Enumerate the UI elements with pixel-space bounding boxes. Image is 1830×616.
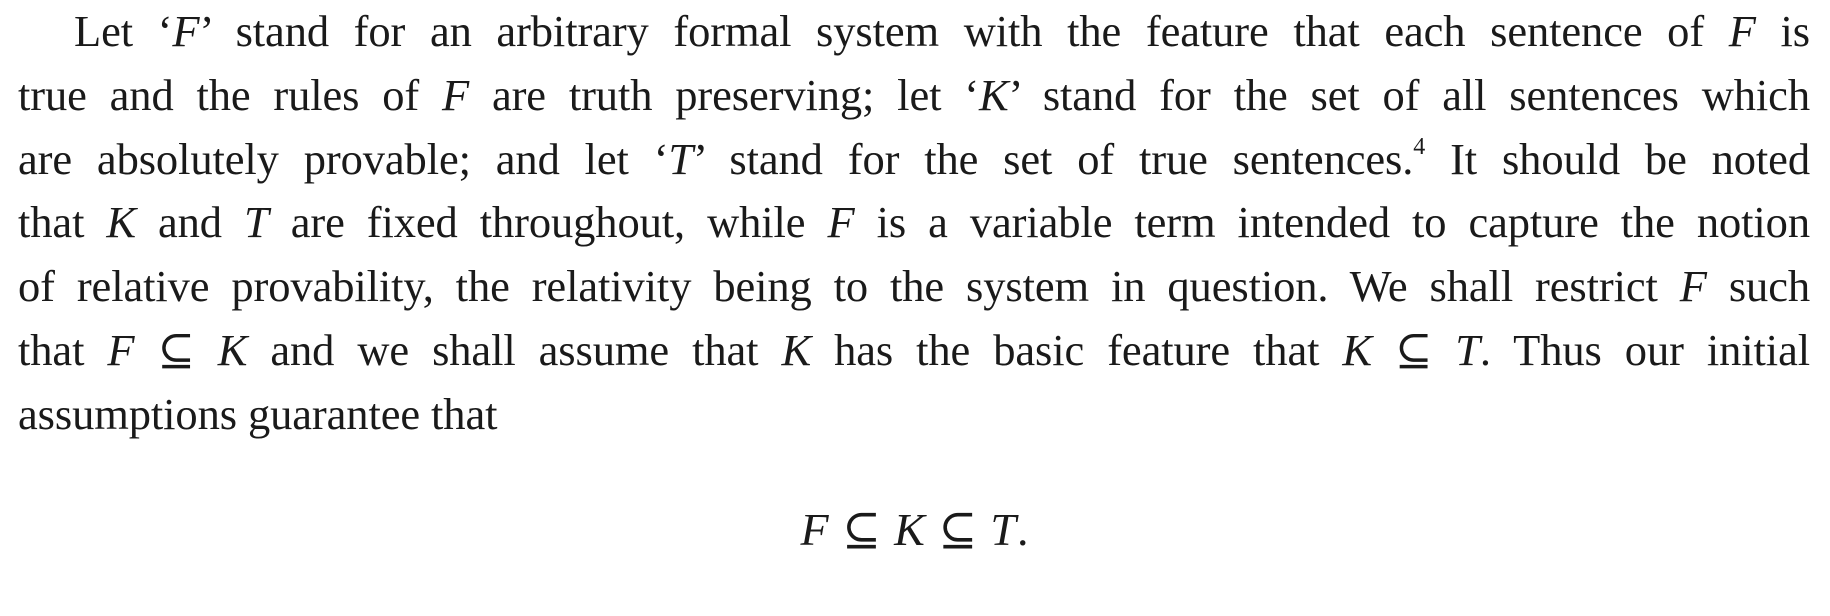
paragraph-line: Let ‘F’ stand for an arbitrary formal sy… (18, 0, 1810, 64)
paragraph-line: assumptions guarantee that (18, 383, 1810, 447)
math-symbol: K (106, 197, 136, 248)
math-symbol: F (1679, 261, 1707, 312)
math-symbol: F (441, 69, 470, 120)
body-paragraph: Let ‘F’ stand for an arbitrary formal sy… (18, 0, 1810, 447)
text-run: ⊆ (925, 504, 991, 555)
text-run: that (18, 197, 107, 248)
math-symbol: K (978, 69, 1009, 120)
text-run: are absolutely provable; and let ‘ (18, 133, 669, 184)
math-symbol: T (244, 197, 269, 248)
text-run: ’ stand for an arbitrary formal system w… (199, 6, 1729, 56)
text-run: such (1706, 261, 1810, 312)
text-run: is a variable term intended to capture t… (854, 197, 1810, 248)
math-symbol: F (107, 324, 135, 375)
paragraph-line: are absolutely provable; and let ‘T’ sta… (18, 128, 1810, 192)
text-run: ’ stand for the set of all sentences whi… (1008, 69, 1811, 120)
text-run: ⊆ (134, 324, 218, 375)
math-symbol: F (172, 6, 200, 56)
document-page: Let ‘F’ stand for an arbitrary formal sy… (18, 0, 1810, 447)
math-symbol: K (894, 504, 926, 555)
math-symbol: T (1455, 324, 1480, 375)
paragraph-line: that F ⊆ K and we shall assume that K ha… (18, 319, 1810, 383)
text-run: and (135, 197, 244, 248)
text-run: ’ stand for the set of true sentences. (693, 133, 1414, 184)
math-symbol: F (1728, 6, 1756, 56)
text-run: has the basic feature that (811, 324, 1343, 375)
text-run: and we shall assume that (247, 324, 782, 375)
math-symbol: T (668, 133, 694, 184)
text-run: ⊆ (829, 504, 895, 555)
paragraph-line: of relative provability, the relativity … (18, 255, 1810, 319)
text-run: true and the rules of (18, 69, 442, 120)
text-run: of relative provability, the relativity … (18, 261, 1680, 312)
footnote-marker: 4 (1413, 133, 1426, 160)
text-run: that (18, 324, 108, 375)
text-run: . (1016, 504, 1030, 555)
text-run: are fixed throughout, while (268, 197, 828, 248)
text-run: assumptions guarantee that (18, 388, 498, 439)
math-symbol: T (990, 504, 1017, 555)
paragraph-line: true and the rules of F are truth preser… (18, 64, 1810, 128)
math-symbol: K (217, 324, 248, 375)
math-symbol: K (1342, 324, 1372, 375)
math-symbol: K (781, 324, 812, 375)
math-symbol: F (827, 197, 855, 248)
text-run: are truth preserving; let ‘ (469, 69, 979, 120)
text-run: ⊆ (1372, 324, 1456, 375)
text-run: . Thus our initial (1479, 324, 1810, 375)
text-run: It should be noted (1425, 133, 1810, 184)
paragraph-line: that K and T are fixed throughout, while… (18, 191, 1810, 255)
text-run: Let ‘ (74, 6, 173, 56)
math-symbol: F (800, 504, 830, 555)
display-formula: F ⊆ K ⊆ T. (0, 500, 1830, 560)
text-run: is (1755, 6, 1811, 56)
